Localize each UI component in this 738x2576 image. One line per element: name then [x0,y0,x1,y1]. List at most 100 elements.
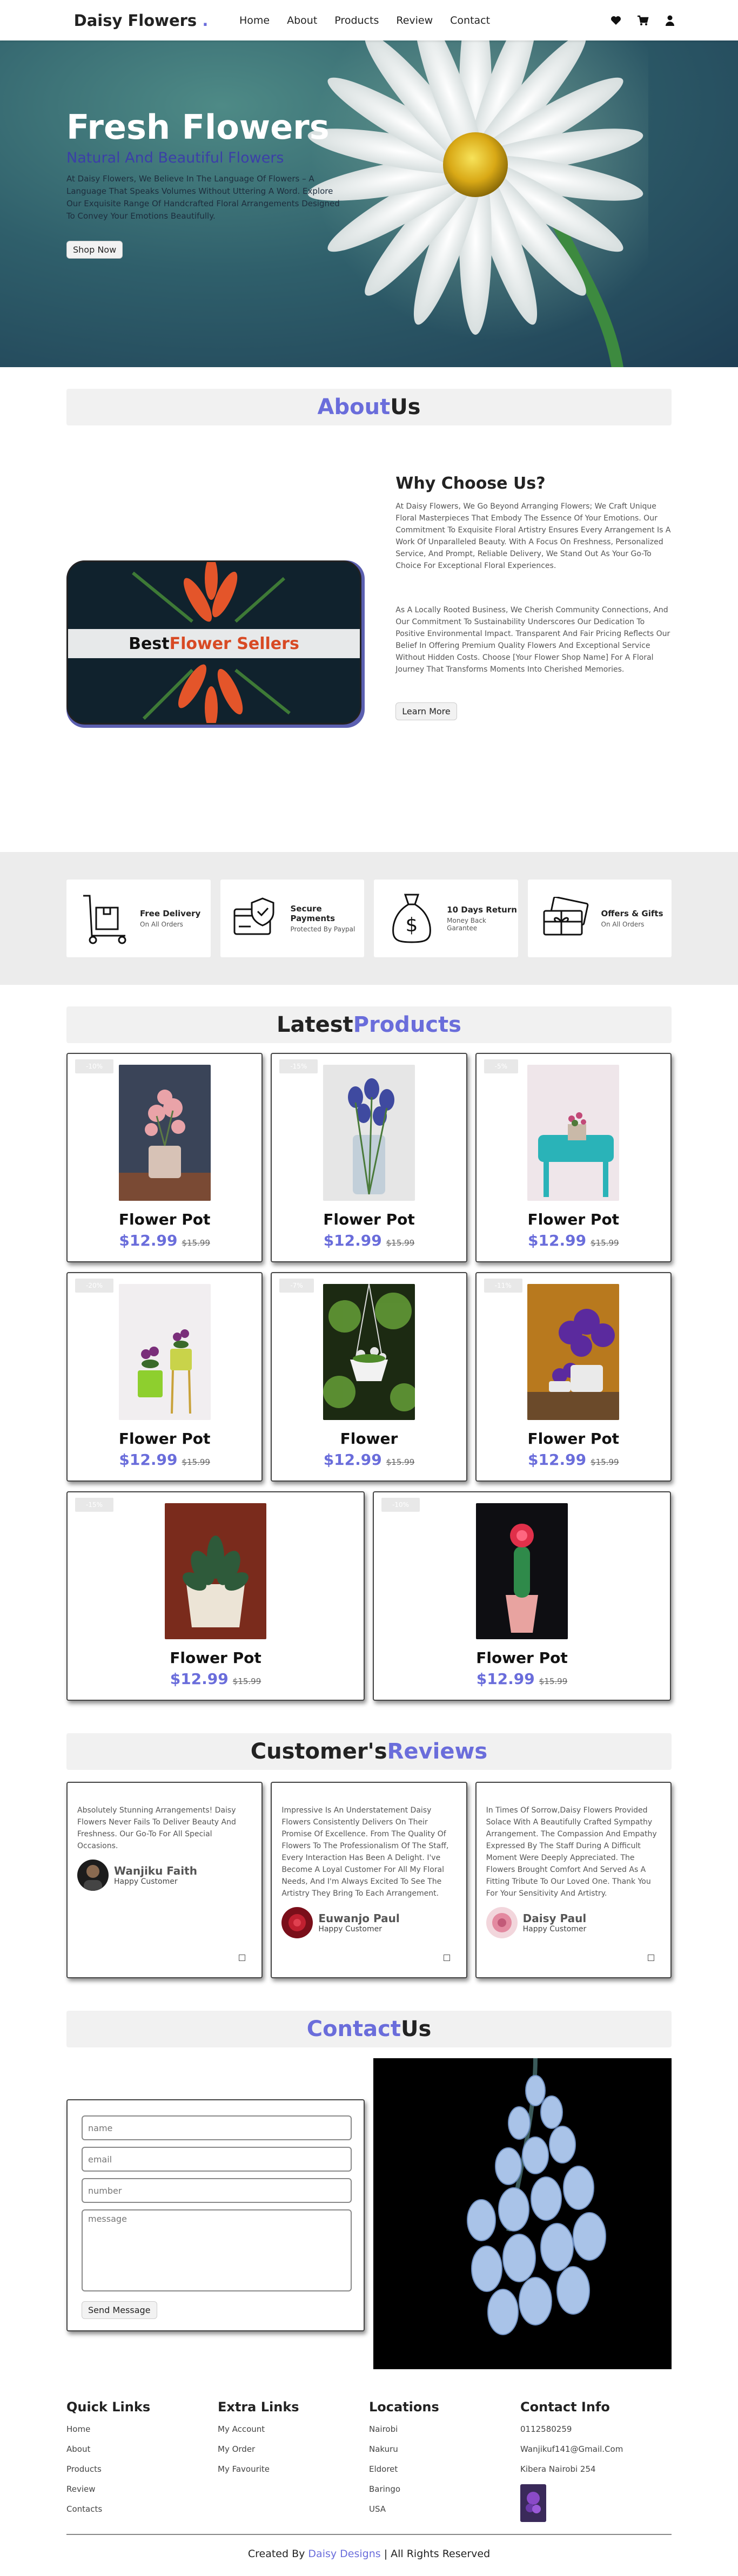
discount-badge: -20% [75,1279,114,1293]
product-price: $12.99 [528,1232,587,1249]
email-field[interactable] [82,2147,352,2172]
credit-prefix: Created By [247,2548,308,2560]
feature-title: Secure Payments [290,904,336,923]
product-image [165,1503,266,1639]
product-name: Flower [340,1430,398,1448]
hero-title: Fresh Flowers [66,107,330,147]
user-icon[interactable] [664,15,676,26]
discount-badge: -11% [484,1279,522,1293]
logo[interactable]: Daisy Flowers . [50,11,232,30]
products-section: Latest Products -10% Flower Pot $12.99 $1… [66,985,672,1701]
credit-author: Daisy Designs [308,2548,381,2560]
about-paragraph-1: At Daisy Flowers, We Go Beyond Arranging… [395,502,671,570]
product-image [323,1284,415,1420]
hero-subtitle: Natural And Beautiful Flowers [66,150,284,167]
footer-quick-links: Quick Links Home About Products Review C… [66,2399,218,2524]
product-card[interactable]: -15% Flower Pot $12.99 $15.99 [271,1053,467,1262]
product-name: Flower Pot [323,1211,415,1228]
footer-link-contacts[interactable]: Contacts [66,2504,218,2514]
product-image [118,1065,211,1201]
hero-section: Fresh Flowers Natural And Beautiful Flow… [0,40,738,367]
shop-now-button[interactable]: Shop Now [66,241,123,259]
product-old-price: $15.99 [591,1238,619,1248]
product-price: $12.99 [323,1232,382,1249]
cart-icon[interactable] [637,15,649,26]
location-item: USA [369,2504,386,2514]
product-name: Flower Pot [527,1430,620,1448]
avatar [486,1907,518,1938]
discount-badge: -15% [75,1498,114,1512]
location-item: Nairobi [369,2424,398,2434]
contact-form: Send Message [66,2099,365,2331]
svg-text:$: $ [405,914,418,936]
message-field[interactable] [82,2209,352,2291]
about-paragraph-2: As A Locally Rooted Business, We Cherish… [395,606,670,674]
review-text: Impressive Is An Understatement Daisy Fl… [281,1806,449,1898]
logo-text: Daisy Flowers [73,11,197,30]
reviews-section: Customer's Reviews Absolutely Stunning A… [66,1701,672,1978]
features-section: Free Delivery On All Orders Secure Payme… [0,852,738,985]
nav-home[interactable]: Home [239,15,270,26]
discount-badge: -15% [279,1059,318,1073]
product-image [323,1065,415,1201]
products-heading-a: Latest [277,1012,353,1037]
product-image [527,1065,620,1201]
name-field[interactable] [82,2115,352,2140]
avatar [281,1907,313,1938]
review-text: In Times Of Sorrow,Daisy Flowers Provide… [486,1806,657,1898]
footer-link-my-favourite[interactable]: My Favourite [218,2464,369,2474]
nav-contact[interactable]: Contact [450,15,490,26]
about-heading-accent: About [317,395,391,420]
reviewer-name: Wanjiku Faith [114,1864,197,1877]
product-old-price: $15.99 [182,1238,210,1248]
footer-link-my-account[interactable]: My Account [218,2424,369,2434]
nav-about[interactable]: About [287,15,317,26]
about-image: Best Flower Sellers [66,560,361,725]
product-image [476,1503,568,1639]
feature-secure-payments: Secure Payments Protected By Paypal [220,880,364,957]
product-old-price: $15.99 [182,1457,210,1467]
product-card[interactable]: -11% Flower Pot $12.99 $15.99 [475,1272,672,1482]
product-price: $12.99 [528,1451,587,1469]
product-card[interactable]: -10% Flower Pot $12.99 $15.99 [373,1491,671,1701]
product-card[interactable]: -10% Flower Pot $12.99 $15.99 [66,1053,263,1262]
product-old-price: $15.99 [386,1238,415,1248]
delivery-cart-icon [78,891,130,945]
logo-dot: . [202,11,209,30]
nav-review[interactable]: Review [396,15,433,26]
footer-link-products[interactable]: Products [66,2464,218,2474]
footer-link-review[interactable]: Review [66,2484,218,2494]
nav-products[interactable]: Products [334,15,379,26]
product-old-price: $15.99 [386,1457,415,1467]
footer-link-home[interactable]: Home [66,2424,218,2434]
footer-heading: Quick Links [66,2399,151,2415]
footer-extra-links: Extra Links My Account My Order My Favou… [218,2399,369,2524]
gift-cards-icon [540,891,592,945]
main-nav: Home About Products Review Contact [239,15,490,26]
site-footer: Quick Links Home About Products Review C… [66,2369,672,2576]
footer-link-about[interactable]: About [66,2444,218,2454]
number-field[interactable] [82,2178,352,2203]
learn-more-button[interactable]: Learn More [395,702,457,720]
feature-return: $ 10 Days Return Money Back Garantee [374,880,518,957]
product-card[interactable]: -5% Flower Pot $12.99 $15.99 [475,1053,672,1262]
product-card[interactable]: -20% Flower Pot $12.99 $15.99 [66,1272,263,1482]
reviews-heading: Customer's Reviews [66,1733,672,1770]
product-name: Flower Pot [118,1211,211,1228]
heart-icon[interactable] [610,15,622,26]
product-card[interactable]: -15% Flower Pot $12.99 $15.99 [66,1491,365,1701]
quote-icon [239,1955,246,1961]
about-section: About Us Best Flower Sellers Why Choose … [66,367,672,852]
product-old-price: $15.99 [232,1676,261,1686]
footer-link-my-order[interactable]: My Order [218,2444,369,2454]
quote-icon [647,1955,654,1961]
review-text: Absolutely Stunning Arrangements! Daisy … [77,1806,236,1850]
product-price: $12.99 [119,1451,178,1469]
money-bag-icon: $ [386,891,437,945]
product-old-price: $15.99 [539,1676,568,1686]
header-icons [610,15,676,26]
discount-badge: -10% [75,1059,114,1073]
discount-badge: -5% [484,1059,519,1073]
send-message-button[interactable]: Send Message [82,2301,157,2319]
product-card[interactable]: -7% Flower $12.99 $15.99 [271,1272,467,1482]
